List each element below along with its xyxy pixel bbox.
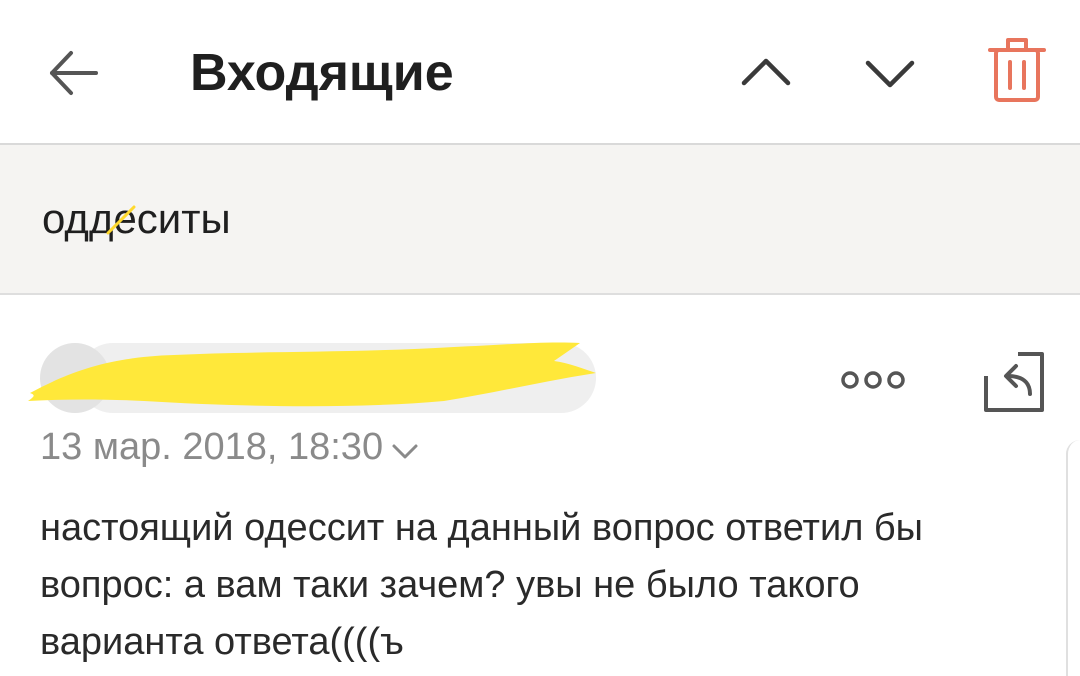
highlighter-mark: [106, 205, 136, 235]
message-date-toggle[interactable]: 13 мар. 2018, 18:30: [40, 422, 419, 472]
chevron-up-icon: [741, 58, 791, 86]
chevron-down-icon: [865, 60, 915, 88]
mail-message-screen: Входящие оддеситы 13 мар. 2018, 18:30 на…: [0, 0, 1080, 676]
sender-redaction-mark: [28, 342, 596, 407]
message-date: 13 мар. 2018, 18:30: [40, 426, 384, 468]
arrow-left-icon: [50, 51, 98, 95]
subject-wrap: оддеситы: [42, 191, 231, 247]
more-actions-button[interactable]: [838, 362, 908, 398]
trash-icon: [988, 38, 1046, 102]
page-title: Входящие: [190, 44, 454, 102]
back-button[interactable]: [40, 40, 106, 106]
top-app-bar: Входящие: [0, 0, 1080, 145]
subject-bar: оддеситы: [0, 145, 1080, 295]
chevron-down-icon: [392, 444, 418, 459]
previous-message-button[interactable]: [738, 45, 794, 101]
message-body: настоящий одессит на данный вопрос ответ…: [40, 507, 923, 663]
next-message-button[interactable]: [862, 45, 918, 101]
delete-button[interactable]: [984, 36, 1050, 106]
side-panel-edge: [1066, 440, 1080, 676]
more-dots-icon: [841, 371, 905, 389]
reply-icon: [984, 352, 1044, 412]
reply-button[interactable]: [982, 350, 1046, 414]
